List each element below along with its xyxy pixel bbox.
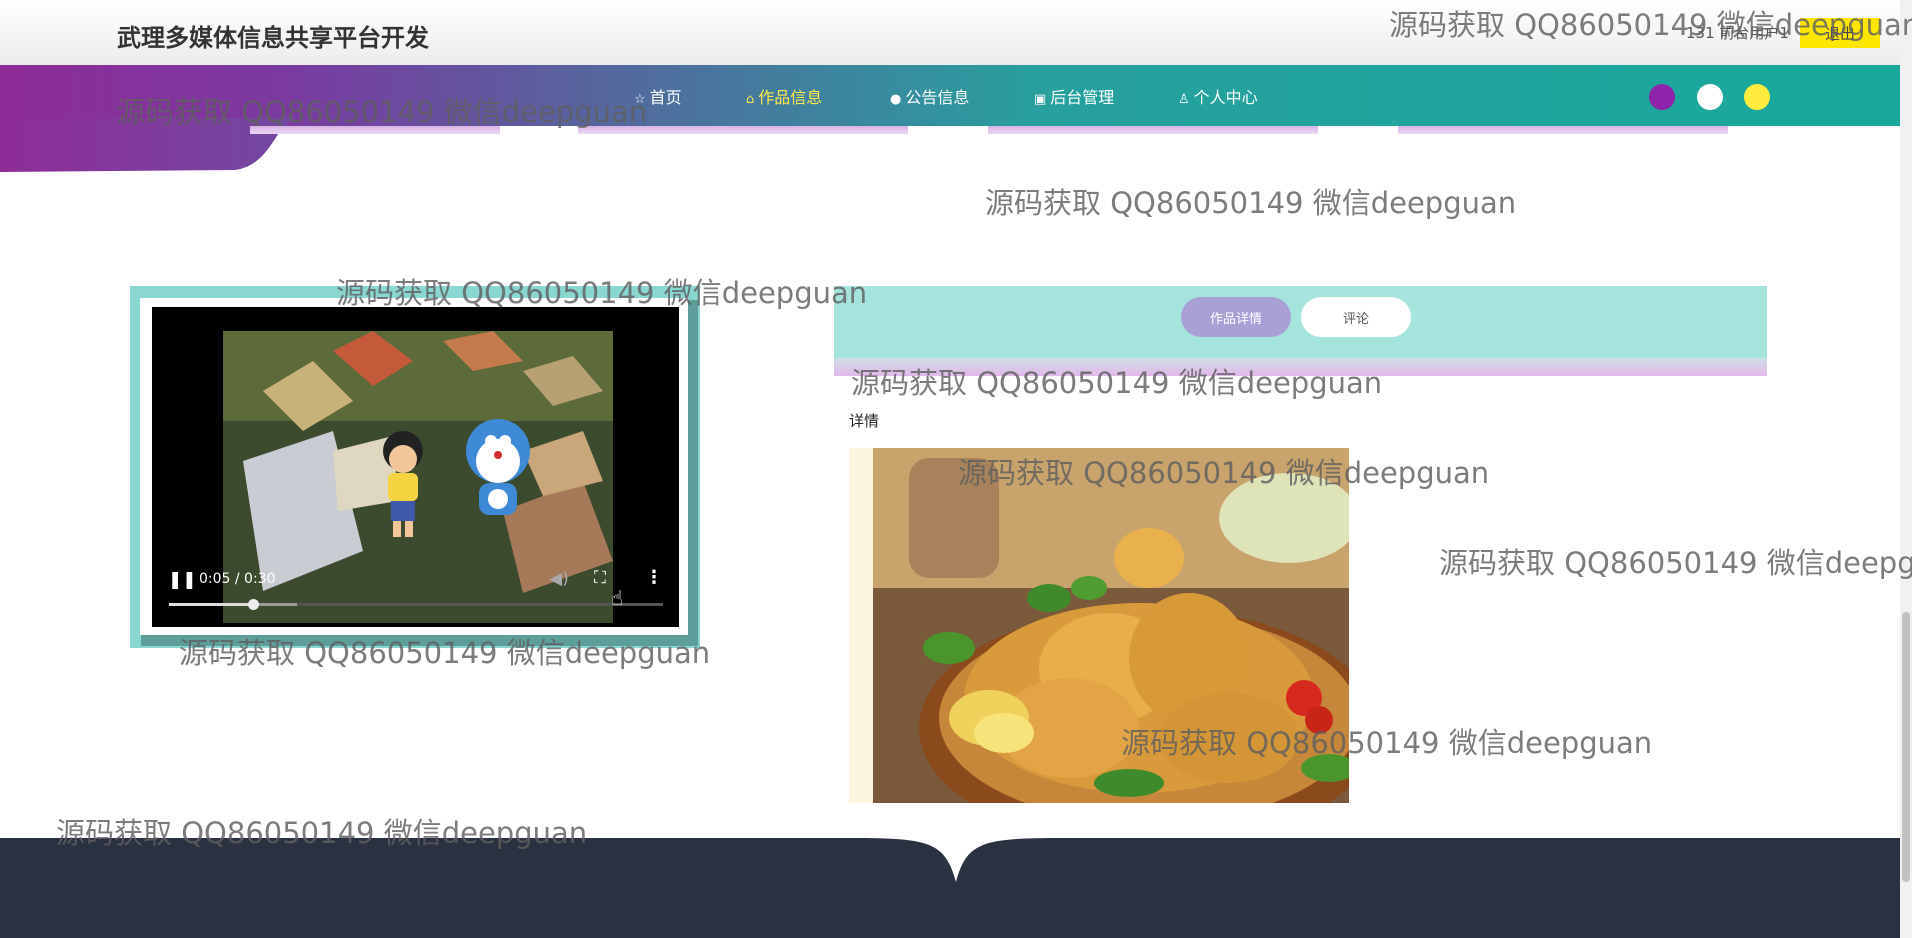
- star-icon: ☆: [634, 92, 646, 107]
- nav-item-works[interactable]: ⌂ 作品信息: [746, 84, 822, 108]
- theme-yellow-button[interactable]: [1744, 84, 1770, 110]
- tab-comments[interactable]: 评论: [1301, 297, 1411, 337]
- nav-item-label: 公告信息: [905, 88, 970, 107]
- page-scrollbar-thumb[interactable]: [1902, 612, 1910, 882]
- pointer-cursor-icon: ☝: [611, 586, 624, 610]
- pause-icon[interactable]: ❚❚: [168, 570, 197, 590]
- cabinet-icon: ▣: [1034, 92, 1047, 107]
- tabs-strip-decoration: [834, 358, 1767, 376]
- nav-item-label: 个人中心: [1193, 88, 1258, 107]
- detail-heading: 详情: [849, 412, 880, 430]
- watermark-text: 源码获取 QQ86050149 微信deepguan: [985, 186, 1517, 220]
- tab-work-detail[interactable]: 作品详情: [1181, 297, 1291, 337]
- nav-underline: [578, 126, 908, 134]
- nav-item-profile[interactable]: ♙ 个人中心: [1178, 84, 1258, 108]
- tabs-panel: [834, 286, 1767, 358]
- nav-item-admin[interactable]: ▣ 后台管理: [1034, 84, 1114, 108]
- detail-food-image: [849, 448, 1349, 803]
- user-info: 131 前台用户1: [1686, 24, 1789, 42]
- volume-icon[interactable]: ◀): [549, 569, 569, 589]
- nav-underline: [250, 126, 500, 134]
- site-title: 武理多媒体信息共享平台开发: [117, 24, 429, 52]
- bag-icon: ⌂: [746, 92, 755, 107]
- top-header: 武理多媒体信息共享平台开发 131 前台用户1 退出: [0, 0, 1912, 65]
- video-player[interactable]: ❚❚ 0:05 / 0:30 ◀) ⛶ ⋮ ☝: [152, 307, 679, 627]
- watermark-text: 源码获取 QQ86050149 微信deepguan: [1439, 546, 1912, 580]
- theme-white-button[interactable]: [1697, 84, 1723, 110]
- theme-purple-button[interactable]: [1649, 84, 1675, 110]
- nav-item-label: 首页: [649, 88, 682, 107]
- nav-underline: [1398, 126, 1728, 134]
- footer-notch-decoration: [850, 830, 1062, 882]
- video-played-bar: [169, 603, 253, 606]
- nav-item-label: 后台管理: [1050, 88, 1115, 107]
- fullscreen-icon[interactable]: ⛶: [594, 568, 606, 588]
- video-scrubber-handle[interactable]: [248, 599, 259, 610]
- video-time: 0:05 / 0:30: [199, 571, 276, 587]
- nav-item-notices[interactable]: ● 公告信息: [890, 84, 969, 108]
- person-icon: ♙: [1178, 92, 1190, 107]
- nav-item-home[interactable]: ☆ 首页: [634, 84, 682, 108]
- info-icon: ●: [890, 92, 902, 107]
- logout-button[interactable]: 退出: [1800, 18, 1880, 48]
- nav-item-label: 作品信息: [758, 88, 823, 107]
- more-options-icon[interactable]: ⋮: [645, 567, 663, 588]
- nav-underline: [988, 126, 1318, 134]
